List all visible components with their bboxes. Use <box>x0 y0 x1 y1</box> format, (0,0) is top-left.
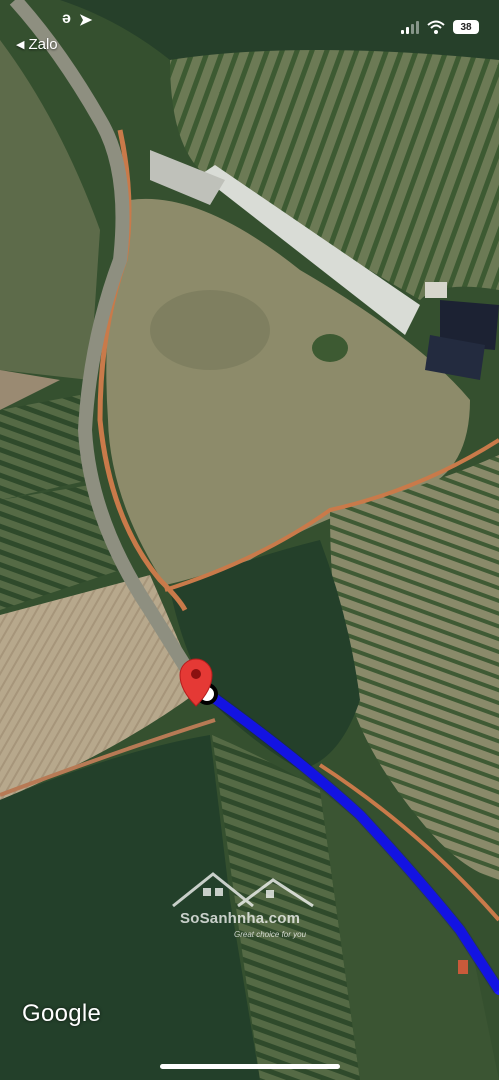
field-shrub <box>312 334 348 362</box>
cellular-signal-icon <box>401 20 419 34</box>
home-indicator[interactable] <box>160 1064 340 1069</box>
reading-icon: ə <box>62 10 71 27</box>
roadside-marker <box>458 960 468 974</box>
wifi-icon <box>427 20 445 34</box>
battery-indicator: 38 <box>453 20 479 34</box>
battery-label: 38 <box>460 21 472 33</box>
google-logo: Google <box>22 1000 102 1027</box>
status-left-icons: ə ➤ <box>62 10 92 30</box>
status-right-icons: 38 <box>401 20 479 34</box>
location-arrow-icon: ➤ <box>78 12 93 29</box>
watermark-brand: SoSanhnha.com <box>180 910 301 927</box>
house-logo-icon <box>172 872 314 908</box>
back-app-label: Zalo <box>28 36 58 53</box>
farm-building-small <box>425 282 447 298</box>
watermark-tagline: Great choice for you <box>234 930 307 939</box>
back-caret-icon: ◀ <box>16 39 25 51</box>
status-bar: ə ➤ ◀ Zalo 38 <box>0 0 499 60</box>
back-to-app-button[interactable]: ◀ Zalo <box>16 36 58 53</box>
field-shade <box>150 290 270 370</box>
watermark: SoSanhnha.com Great choice for you <box>168 866 318 946</box>
